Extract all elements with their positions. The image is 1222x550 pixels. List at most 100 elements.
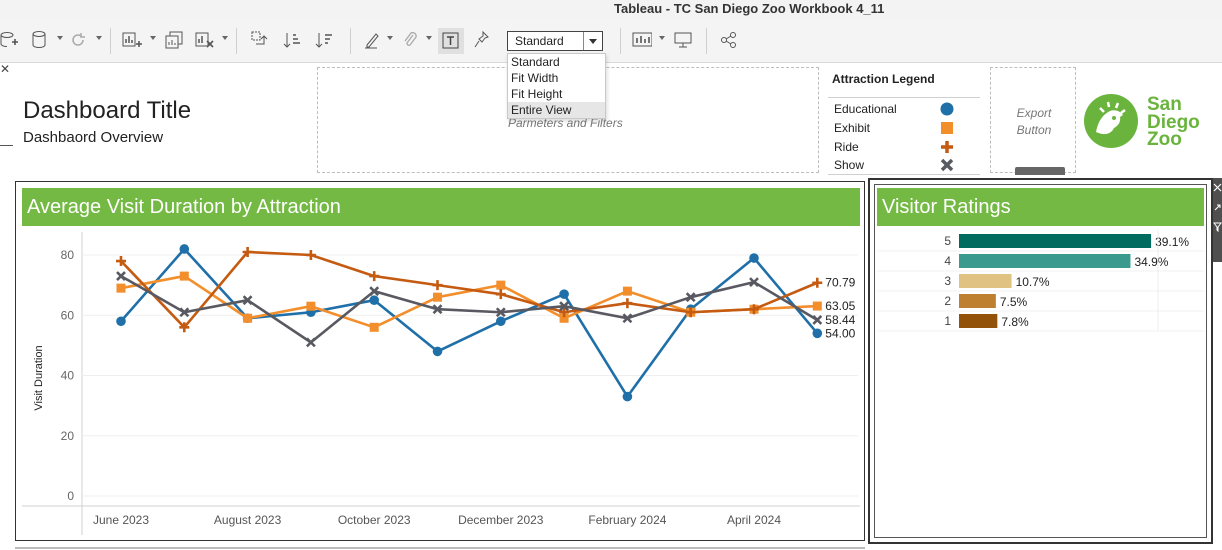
legend-item-educational[interactable]: Educational [834, 101, 974, 119]
data-point-educational [369, 295, 380, 305]
data-point-exhibit [496, 280, 506, 290]
data-point-exhibit [306, 301, 316, 311]
line-chart-title: Average Visit Duration by Attraction [27, 196, 341, 218]
legend-item-ride[interactable]: Ride [834, 139, 974, 157]
ratings-title: Visitor Ratings [882, 196, 1011, 218]
ratings-title-banner: Visitor Ratings [877, 188, 1204, 226]
data-point-exhibit [243, 313, 253, 323]
x-tick-label: April 2024 [727, 513, 781, 527]
panel-control-icons[interactable] [1213, 178, 1222, 262]
data-point-educational [432, 346, 443, 357]
fit-option-entire-view[interactable]: Entire View [508, 102, 605, 118]
legend-item-label: Ride [834, 140, 859, 154]
show-me-icon[interactable] [632, 30, 652, 50]
data-point-educational [622, 391, 633, 402]
sort-desc-icon[interactable] [315, 30, 335, 50]
data-point-ride [305, 250, 316, 260]
data-point-educational [812, 328, 823, 339]
sort-asc-icon[interactable] [283, 30, 303, 50]
rating-value-label: 7.8% [1001, 315, 1029, 329]
ratings-bar-chart[interactable]: 5 39.1% 4 34.9% 3 10.7% 2 7.5% 1 7.8% [877, 230, 1204, 340]
data-point-educational [116, 316, 126, 327]
data-point-exhibit [433, 292, 442, 302]
panel-side-controls[interactable] [1213, 178, 1222, 262]
datasource-dropdown-caret[interactable] [57, 36, 63, 40]
data-point-show [116, 271, 126, 282]
toolbar-separator [350, 28, 351, 54]
fit-option-standard[interactable]: Standard [508, 54, 605, 70]
rating-category-label: 5 [944, 234, 951, 248]
legend-title: Attraction Legend [832, 72, 935, 86]
attraction-legend: Attraction Legend Educational Exhibit Ri… [828, 67, 982, 175]
series-line-exhibit [120, 274, 818, 329]
series-line-show [120, 274, 818, 344]
refresh-icon[interactable] [68, 30, 88, 50]
rating-bar [959, 274, 1012, 288]
export-label-line2: Button [1016, 123, 1052, 137]
rating-bar [959, 234, 1152, 248]
dashboard-title: Dashboard Title [23, 97, 192, 124]
data-point-exhibit [116, 283, 126, 293]
fit-dropdown[interactable]: Standard [507, 31, 603, 51]
square-icon [941, 122, 953, 134]
rating-value-label: 39.1% [1155, 235, 1189, 249]
rating-category-label: 1 [944, 314, 951, 328]
data-point-educational [559, 289, 569, 299]
export-handle[interactable] [1015, 167, 1065, 175]
x-tick-label: October 2023 [338, 513, 411, 527]
close-icon[interactable]: ✕ [0, 62, 12, 80]
export-button-placeholder[interactable]: Export Button [990, 67, 1076, 173]
new-data-source-icon[interactable] [0, 30, 20, 50]
y-tick-label: 80 [61, 248, 75, 262]
toolbar-separator [706, 28, 707, 54]
y-tick-label: 20 [61, 429, 75, 443]
show-me-dropdown-caret[interactable] [659, 36, 665, 40]
highlight-icon[interactable] [362, 30, 382, 50]
legend-item-exhibit[interactable]: Exhibit [834, 120, 974, 138]
share-icon[interactable] [719, 30, 739, 50]
window-title-bar: Tableau - TC San Diego Zoo Workbook 4_11 [0, 0, 1222, 18]
data-point-ride [369, 271, 380, 282]
line-chart[interactable]: 0 20 40 60 80 Visit Duration June 2023 August 2… [22, 230, 860, 536]
y-tick-label: 60 [61, 308, 75, 322]
rating-value-label: 10.7% [1016, 275, 1050, 289]
y-tick-label: 0 [67, 489, 74, 503]
show-labels-icon[interactable] [438, 28, 464, 54]
data-point-educational [749, 253, 759, 263]
end-value-label: 70.79 [825, 276, 855, 290]
group-icon[interactable] [400, 30, 420, 50]
rating-category-label: 2 [944, 294, 951, 308]
data-point-ride [432, 280, 443, 291]
clear-dropdown-caret[interactable] [222, 36, 228, 40]
cross-icon [940, 158, 954, 172]
toolbar-separator [620, 28, 621, 54]
presentation-icon[interactable] [673, 30, 693, 50]
toolbar-separator [236, 28, 237, 54]
duplicate-icon[interactable] [164, 30, 184, 50]
fit-option-fit-height[interactable]: Fit Height [508, 86, 605, 102]
data-point-exhibit [369, 322, 379, 332]
chevron-down-icon[interactable] [583, 32, 602, 50]
fit-option-fit-width[interactable]: Fit Width [508, 70, 605, 86]
data-point-exhibit [812, 301, 822, 311]
san-diego-zoo-logo: San Diego Zoo [1084, 90, 1209, 154]
circle-icon [940, 102, 954, 116]
group-dropdown-caret[interactable] [426, 36, 432, 40]
swap-icon[interactable] [250, 30, 270, 50]
fit-dropdown-value: Standard [515, 34, 564, 48]
legend-item-show[interactable]: Show [834, 157, 974, 175]
panel-bottom-divider [15, 547, 865, 549]
fit-dropdown-menu: Standard Fit Width Fit Height Entire Vie… [507, 53, 606, 119]
rating-value-label: 7.5% [1000, 295, 1028, 309]
rating-category-label: 3 [944, 274, 951, 288]
highlight-dropdown-caret[interactable] [387, 36, 393, 40]
zoo-logo-icon: San Diego Zoo [1084, 94, 1200, 150]
datasource-icon[interactable] [30, 30, 50, 50]
new-worksheet-icon[interactable] [122, 30, 142, 50]
worksheet-dropdown-caret[interactable] [150, 36, 156, 40]
data-point-ride [812, 277, 823, 288]
fix-axes-icon[interactable] [472, 30, 492, 50]
clear-icon[interactable] [195, 30, 215, 50]
refresh-dropdown-caret[interactable] [96, 36, 102, 40]
x-tick-label: June 2023 [93, 513, 149, 527]
